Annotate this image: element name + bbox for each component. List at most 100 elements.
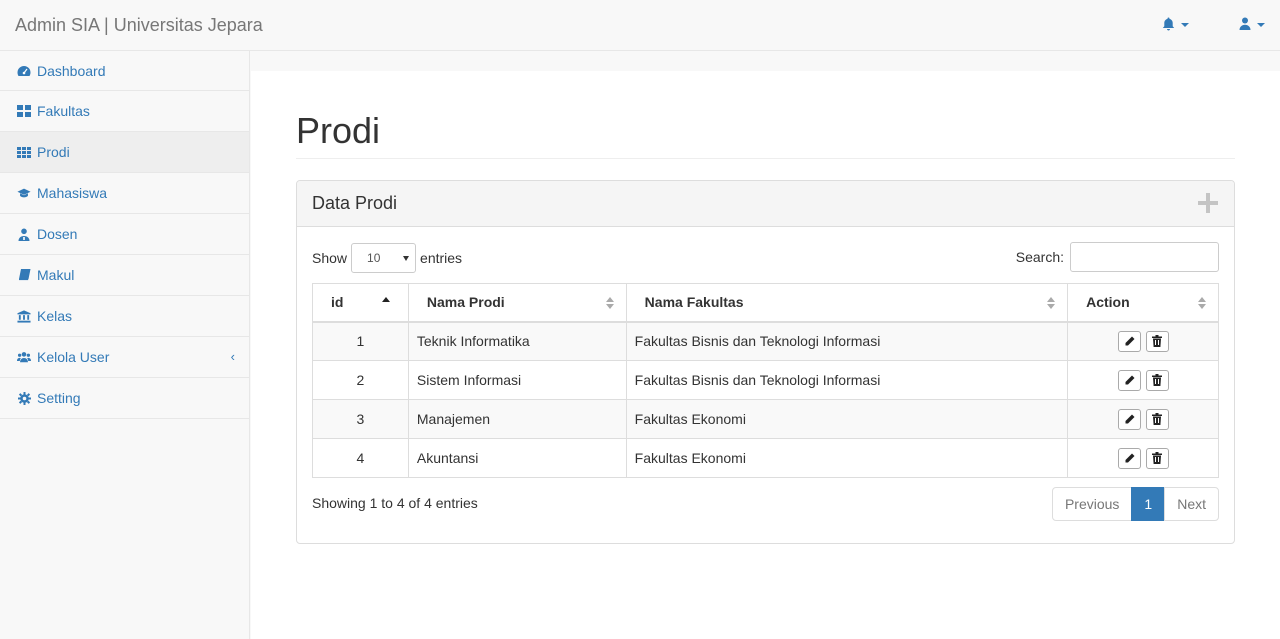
sidebar-item-label: Prodi [37,144,70,160]
top-navbar: Admin SIA | Universitas Jepara [0,0,1280,51]
bell-icon [1162,17,1175,34]
delete-button[interactable] [1145,330,1169,352]
user-md-icon [17,227,31,241]
length-control: Show 10 entries [312,243,462,273]
th-icon [17,145,31,159]
cell-id: 1 [312,321,409,361]
search-input[interactable] [1070,242,1219,272]
column-label: id [331,294,344,311]
panel-title: Data Prodi [312,193,398,213]
cell-prodi: Akuntansi [407,438,627,478]
trash-icon [1152,413,1163,425]
sort-icon [1198,297,1206,309]
cell-actions [1067,399,1219,439]
cell-fakultas: Fakultas Bisnis dan Teknologi Informasi [625,321,1069,361]
users-icon [17,350,31,364]
page-title: Prodi [296,110,381,151]
column-label: Nama Prodi [426,294,505,311]
cog-icon [17,391,31,405]
search-label: Search: [1015,249,1064,265]
table-row: 4 Akuntansi Fakultas Ekonomi [312,438,1219,478]
cell-id: 4 [312,438,409,478]
chevron-down-icon [1257,23,1265,27]
next-page-button[interactable]: Next [1164,487,1219,521]
sort-icon [1047,297,1056,309]
edit-button[interactable] [1117,447,1141,469]
cell-prodi: Teknik Informatika [407,321,627,361]
university-icon [17,309,31,323]
cell-id: 3 [312,399,409,439]
delete-button[interactable] [1145,369,1169,391]
pagination: Previous 1 Next [1051,487,1219,521]
sidebar-item-prodi[interactable]: Prodi [0,132,249,173]
edit-button[interactable] [1117,408,1141,430]
sort-icon [605,297,614,309]
sidebar-item-kelas[interactable]: Kelas [0,296,249,337]
search-control: Search: [1016,242,1219,272]
th-large-icon [17,104,31,118]
delete-button[interactable] [1145,408,1169,430]
table-header-row: id Nama Prodi Nama Fakultas Action [312,283,1219,323]
column-header-nama-prodi[interactable]: Nama Prodi [407,283,627,323]
sidebar-item-dashboard[interactable]: Dashboard [0,51,249,91]
chevron-left-icon: ‹ [230,349,235,364]
user-dropdown[interactable] [1224,0,1280,50]
trash-icon [1152,374,1163,386]
panel-heading: Data Prodi [297,181,1234,227]
chevron-down-icon [1181,23,1189,27]
trash-icon [1152,452,1163,464]
book-icon [17,268,31,282]
sidebar: Dashboard Fakultas Prodi Mahasiswa Dosen… [0,51,250,639]
alerts-dropdown[interactable] [1147,0,1204,50]
sidebar-item-label: Mahasiswa [37,185,108,201]
pencil-icon [1125,375,1135,384]
sidebar-item-setting[interactable]: Setting [0,378,249,419]
add-prodi-button[interactable] [1198,193,1218,213]
sidebar-item-makul[interactable]: Makul [0,255,249,296]
brand-title[interactable]: Admin SIA | Universitas Jepara [15,13,263,37]
table-row: 1 Teknik Informatika Fakultas Bisnis dan… [312,321,1219,361]
cell-fakultas: Fakultas Ekonomi [625,399,1069,439]
column-header-id[interactable]: id [312,283,409,323]
prodi-table: id Nama Prodi Nama Fakultas Action 1 Tek… [312,283,1219,478]
trash-icon [1152,335,1163,348]
page-1-button[interactable]: 1 [1131,487,1166,521]
delete-button[interactable] [1145,447,1169,469]
cell-prodi: Sistem Informasi [407,360,627,400]
divider [296,158,1235,159]
edit-button[interactable] [1117,369,1141,391]
graduation-cap-icon [17,186,31,200]
table-row: 2 Sistem Informasi Fakultas Bisnis dan T… [312,360,1219,400]
edit-button[interactable] [1117,330,1141,352]
sidebar-item-kelola-user[interactable]: Kelola User ‹ [0,337,249,378]
cell-actions [1067,360,1219,400]
sidebar-item-label: Dosen [37,226,78,242]
sidebar-item-fakultas[interactable]: Fakultas [0,91,249,132]
user-icon [1239,17,1251,33]
entries-length-select[interactable]: 10 [351,243,417,273]
column-header-action[interactable]: Action [1067,283,1219,323]
sort-ascending-icon [381,297,390,302]
length-value: 10 [367,251,381,265]
data-panel: Data Prodi Show 10 entries Search: id Na… [296,180,1235,544]
sidebar-item-label: Dashboard [37,62,106,79]
dashboard-icon [17,64,31,78]
entries-label: entries [420,250,463,266]
column-header-nama-fakultas[interactable]: Nama Fakultas [625,283,1069,323]
sidebar-item-label: Fakultas [37,103,90,119]
previous-page-button[interactable]: Previous [1051,487,1133,521]
sidebar-item-label: Kelola User [37,349,110,365]
chevron-down-icon [403,256,410,261]
pencil-icon [1125,336,1135,346]
page-wrapper: Prodi Data Prodi Show 10 entries Search:… [251,71,1280,639]
sidebar-item-mahasiswa[interactable]: Mahasiswa [0,173,249,214]
table-info: Showing 1 to 4 of 4 entries [312,495,478,511]
navbar-right [1147,0,1280,50]
sidebar-item-label: Makul [37,267,75,283]
sidebar-item-label: Kelas [37,308,73,324]
pencil-icon [1125,453,1135,462]
show-label: Show [312,250,348,266]
pencil-icon [1125,414,1135,423]
sidebar-item-dosen[interactable]: Dosen [0,214,249,255]
cell-fakultas: Fakultas Bisnis dan Teknologi Informasi [625,360,1069,400]
